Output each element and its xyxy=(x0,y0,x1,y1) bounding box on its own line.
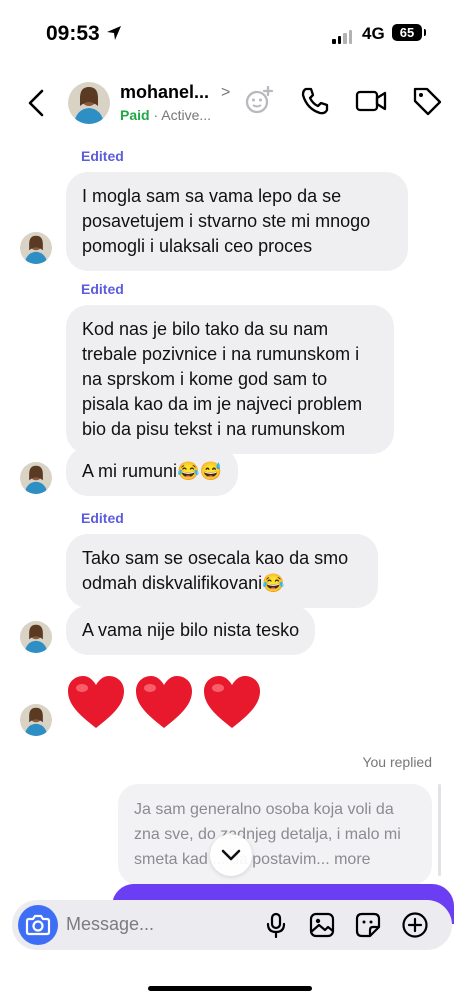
status-time: 09:53 xyxy=(46,22,100,45)
contact-status: Paid · Active... xyxy=(120,107,211,123)
sender-avatar[interactable] xyxy=(20,232,52,264)
cellular-signal-icon xyxy=(332,30,352,44)
more-link[interactable]: more xyxy=(334,851,370,868)
edited-label: Edited xyxy=(81,510,124,526)
message-input[interactable]: Message... xyxy=(66,914,154,935)
network-type: 4G xyxy=(362,24,385,43)
camera-icon xyxy=(25,914,51,936)
edited-label: Edited xyxy=(81,148,124,164)
gallery-image-icon[interactable] xyxy=(308,911,336,939)
sender-avatar[interactable] xyxy=(20,462,52,494)
heart-emoji-icon xyxy=(136,676,192,728)
active-status: Active... xyxy=(161,107,212,123)
you-replied-label: You replied xyxy=(362,754,432,770)
video-call-icon[interactable] xyxy=(354,84,388,118)
home-indicator xyxy=(148,986,312,991)
heart-emoji-icon xyxy=(204,676,260,728)
sender-avatar[interactable] xyxy=(20,621,52,653)
edited-label: Edited xyxy=(81,281,124,297)
chevron-right-icon[interactable]: > xyxy=(221,84,230,102)
back-arrow-icon[interactable] xyxy=(24,86,50,120)
sticker-icon[interactable] xyxy=(354,911,382,939)
message-bubble[interactable]: A vama nije bilo nista tesko xyxy=(66,606,316,655)
battery-icon: 65 xyxy=(392,24,426,41)
message-bubble[interactable]: Kod nas je bilo tako da su nam trebale p… xyxy=(66,305,394,454)
status-separator: · xyxy=(149,107,162,123)
phone-call-icon[interactable] xyxy=(298,84,332,118)
microphone-icon[interactable] xyxy=(262,911,290,939)
hearts-message[interactable] xyxy=(66,674,262,730)
sender-avatar[interactable] xyxy=(20,704,52,736)
add-participant-icon[interactable] xyxy=(242,84,276,118)
scroll-to-bottom-button[interactable] xyxy=(210,834,252,876)
location-arrow-icon xyxy=(107,26,121,40)
reply-indicator xyxy=(438,784,441,876)
tag-label-icon[interactable] xyxy=(410,84,444,118)
contact-avatar[interactable] xyxy=(68,82,110,124)
paid-label: Paid xyxy=(120,107,150,123)
camera-button[interactable] xyxy=(18,905,58,945)
chat-header: mohanel... > Paid · Active... xyxy=(0,66,462,142)
message-bubble[interactable]: Tako sam se osecala kao da smo odmah dis… xyxy=(66,534,378,608)
message-bubble[interactable]: A mi rumuni😂😅 xyxy=(66,447,238,496)
replied-message-preview[interactable]: Ja sam generalno osoba koja voli da zna … xyxy=(118,784,432,885)
message-bubble[interactable]: I mogla sam sa vama lepo da se posavetuj… xyxy=(66,172,408,271)
message-composer: Message... xyxy=(12,900,452,950)
add-plus-icon[interactable] xyxy=(401,911,429,939)
chevron-down-icon xyxy=(221,849,241,861)
contact-name[interactable]: mohanel... xyxy=(120,82,209,103)
status-bar: 09:53 4G 65 xyxy=(0,0,462,66)
heart-emoji-icon xyxy=(68,676,124,728)
